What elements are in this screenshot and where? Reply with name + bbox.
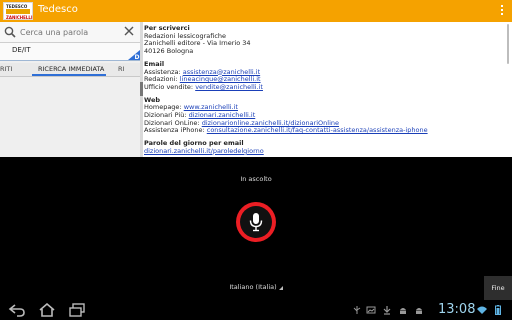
app-title: Tedesco — [38, 4, 78, 15]
address-line: Zanichelli editore - Via Irnerio 34 — [144, 39, 251, 48]
close-icon[interactable] — [123, 25, 135, 37]
tab-preferiti[interactable]: RITI — [0, 65, 12, 73]
search-input[interactable] — [20, 25, 120, 39]
voice-language-selector[interactable]: Italiano (Italia) — [0, 283, 512, 291]
search-bar — [0, 22, 140, 43]
web-row: Assistenza iPhone: consultazione.zaniche… — [144, 127, 504, 135]
email-link-vendite[interactable]: vendite@zanichelli.it — [195, 83, 263, 91]
tab-bar: RITI RICERCA IMMEDIATA RI — [0, 63, 140, 77]
search-icon — [4, 26, 16, 38]
battery-icon — [495, 305, 501, 315]
web-label: Assistenza iPhone: — [144, 126, 205, 135]
info-panel: Per scriverci Redazioni lessicografiche … — [143, 22, 512, 157]
home-icon[interactable] — [38, 303, 56, 317]
microphone-icon — [249, 213, 263, 232]
scrollbar[interactable] — [507, 24, 509, 64]
microphone-button-inner — [240, 206, 272, 238]
language-direction-label: DE/IT — [12, 46, 31, 54]
done-button[interactable]: Fine — [484, 276, 512, 300]
tab-next[interactable]: RI — [118, 65, 124, 73]
parole-link[interactable]: dizionari.zanichelli.it/paroledelgiorno — [144, 147, 264, 155]
dropdown-corner-icon — [278, 286, 283, 290]
system-bar: 13:08 — [0, 300, 512, 320]
image-notification-icon — [366, 306, 376, 314]
clock: 13:08 — [438, 302, 476, 317]
active-tab-indicator — [32, 74, 106, 76]
email-row: Ufficio vendite: vendite@zanichelli.it — [144, 82, 504, 92]
voice-status: In ascolto — [240, 175, 272, 183]
web-link-assistenza-iphone[interactable]: consultazione.zanichelli.it/faq-contatti… — [207, 126, 428, 135]
android-icon — [400, 308, 406, 314]
language-flag-text: D — [135, 54, 140, 60]
usb-icon — [353, 306, 361, 314]
microphone-button[interactable] — [236, 202, 276, 242]
overflow-menu-icon[interactable] — [500, 5, 504, 17]
email-label: Ufficio vendite: — [144, 82, 194, 91]
voice-language-label: Italiano (Italia) — [229, 283, 277, 291]
android-icon — [416, 308, 422, 314]
contacts-content: Per scriverci Redazioni lessicografiche … — [144, 24, 504, 156]
app-bar: TEDESCO ZANICHELLI Tedesco — [0, 0, 512, 22]
back-icon[interactable] — [8, 303, 26, 317]
logo-bottom-text: ZANICHELLI — [6, 15, 33, 20]
recent-apps-icon[interactable] — [68, 303, 86, 317]
logo-stripe — [6, 9, 30, 14]
wifi-icon — [477, 306, 487, 314]
language-direction-selector[interactable]: DE/IT D — [0, 43, 140, 61]
address-line: 40126 Bologna — [144, 47, 194, 56]
parole-row: dizionari.zanichelli.it/paroledelgiorno — [144, 147, 504, 156]
voice-input-overlay: In ascolto Italiano (Italia) — [0, 157, 512, 300]
tab-ricerca-immediata[interactable]: RICERCA IMMEDIATA — [38, 65, 104, 73]
download-icon — [383, 306, 391, 315]
search-panel: DE/IT D RITI RICERCA IMMEDIATA RI — [0, 22, 140, 157]
app-logo: TEDESCO ZANICHELLI — [3, 2, 33, 20]
language-flag-icon: D — [128, 50, 140, 60]
